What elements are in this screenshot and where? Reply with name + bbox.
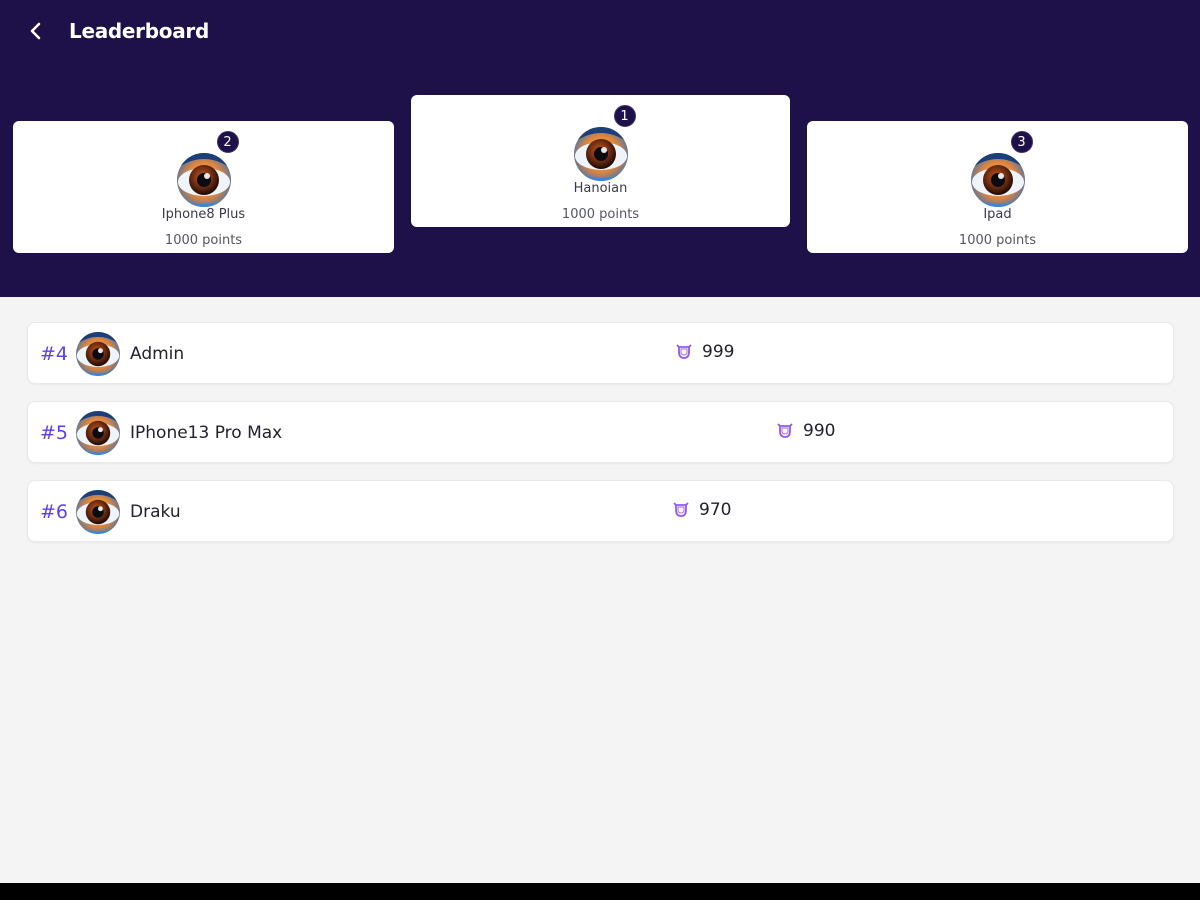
podium-card-second[interactable]: 2 Iphone8 Plus 1000 points	[13, 121, 394, 253]
podium-card-third[interactable]: 3 Ipad 1000 points	[807, 121, 1188, 253]
trophy-cup-icon	[777, 423, 793, 438]
rank-badge: 1	[613, 105, 636, 127]
player-points: 1000 points	[561, 207, 640, 222]
avatar	[76, 411, 120, 455]
rank-badge: 3	[1010, 131, 1033, 153]
player-name: Ipad	[983, 207, 1012, 222]
chevron-left-icon	[30, 22, 41, 40]
page-title: Leaderboard	[69, 19, 209, 43]
row-score: 999	[674, 342, 734, 362]
avatar	[970, 153, 1025, 207]
leaderboard-row[interactable]: #4 Admin 999	[27, 322, 1174, 384]
row-name: IPhone13 Pro Max	[130, 423, 283, 443]
score-value: 970	[699, 500, 732, 520]
score-value: 999	[702, 342, 735, 362]
row-name: Draku	[130, 502, 181, 522]
trophy-cup-icon	[676, 344, 692, 359]
back-button[interactable]	[22, 17, 50, 45]
header-bar: Leaderboard 2 Iphone8 Plus 1000 points 1…	[0, 0, 1200, 297]
row-score: 990	[775, 421, 835, 441]
row-rank: #5	[40, 422, 69, 444]
avatar	[76, 490, 120, 534]
leaderboard-row[interactable]: #5 IPhone13 Pro Max 990	[27, 401, 1174, 463]
rank-badge: 2	[216, 131, 239, 153]
row-score: 970	[671, 500, 731, 520]
player-name: Iphone8 Plus	[161, 207, 246, 222]
player-points: 1000 points	[164, 233, 243, 248]
podium-card-first[interactable]: 1 Hanoian 1000 points	[411, 95, 790, 227]
avatar	[176, 153, 231, 207]
row-rank: #6	[40, 501, 69, 523]
leaderboard-list: #4 Admin 999 #5 IPhone13 Pro Max 990 #6 …	[27, 322, 1174, 559]
player-points: 1000 points	[958, 233, 1037, 248]
trophy-cup-icon	[673, 502, 689, 517]
row-name: Admin	[130, 344, 185, 364]
player-name: Hanoian	[573, 181, 628, 196]
row-rank: #4	[40, 343, 69, 365]
avatar	[76, 332, 120, 376]
avatar	[573, 127, 628, 181]
score-value: 990	[803, 421, 836, 441]
bottom-system-bar	[0, 883, 1200, 900]
leaderboard-row[interactable]: #6 Draku 970	[27, 480, 1174, 542]
